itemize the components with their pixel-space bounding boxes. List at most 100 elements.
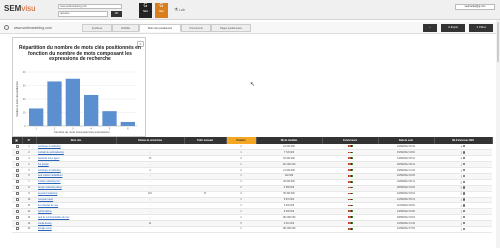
row-checkbox[interactable] [15, 209, 19, 213]
bar [102, 111, 117, 126]
keywords-table: N° Mots clés Volume de recherches Trafic me… [12, 137, 493, 233]
column-header[interactable]: Mots clés [36, 137, 117, 144]
select-all-checkbox[interactable] [12, 137, 23, 144]
keywords-table-wrap: N° Mots clés Volume de recherches Trafic me… [12, 137, 493, 233]
table-header-row: N° Mots clés Volume de recherches Trafic me… [12, 137, 493, 144]
magnifier-icon[interactable] [462, 192, 466, 195]
results-count: 164 000 000 [256, 226, 322, 233]
tab-mots-cles[interactable]: Mots clés positionnés [139, 24, 181, 32]
competition-cell [322, 226, 378, 233]
magnifier-icon[interactable] [462, 174, 466, 178]
column-header[interactable]: Trafic mensuel [184, 137, 227, 144]
magnifier-icon[interactable] [462, 227, 466, 231]
row-checkbox[interactable] [15, 192, 19, 196]
competition-bar [347, 163, 353, 165]
filters-button[interactable]: ▼ Filtres [469, 24, 493, 32]
bar [29, 108, 44, 126]
competition-bar [347, 192, 353, 195]
magnifier-icon[interactable] [462, 156, 466, 160]
row-checkbox-cell[interactable] [12, 226, 22, 233]
column-header[interactable]: Position [226, 137, 257, 144]
column-header[interactable]: Concurrence [322, 137, 379, 144]
row-checkbox[interactable] [15, 227, 19, 231]
magnifier-icon[interactable] [462, 162, 466, 166]
column-header[interactable]: Nb d'annonces SEO [434, 137, 493, 144]
row-checkbox[interactable] [15, 221, 19, 225]
column-header[interactable]: Nb de résultats [256, 137, 323, 144]
row-checkbox[interactable] [15, 168, 19, 172]
competition-bar [347, 145, 353, 147]
checkbox[interactable] [15, 138, 19, 142]
tab-concurrents[interactable]: Concurrents [181, 24, 211, 32]
x-tick-label: 1 [35, 128, 37, 131]
column-header[interactable]: Volume de recherches [116, 137, 185, 144]
competition-bar [347, 180, 353, 183]
monthly-traffic [184, 226, 226, 233]
competition-bar [347, 198, 353, 201]
competition-bar [347, 222, 353, 224]
row-checkbox[interactable] [15, 150, 19, 154]
view-button[interactable]: ▪ [423, 24, 437, 32]
magnifier-icon[interactable] [462, 221, 466, 225]
magnifier-icon[interactable] [462, 144, 466, 148]
row-checkbox[interactable] [15, 203, 19, 207]
table-row[interactable]: 15 Google vente -1 164 000 000 01/09/2012 07… [12, 226, 492, 233]
row-checkbox[interactable] [15, 197, 19, 201]
bar [84, 94, 99, 126]
scan-date: 01/09/2012 07:54 [378, 226, 434, 233]
lab-link[interactable]: ⚗Lab [174, 7, 185, 13]
row-checkbox[interactable] [15, 174, 19, 178]
tab-synthese[interactable]: Synthèse [82, 24, 112, 32]
competition-bar [347, 157, 353, 160]
export-button[interactable]: ⬇ Export [441, 24, 465, 32]
scope-select[interactable]: domaine [58, 11, 108, 17]
competition-bar [347, 216, 353, 218]
competition-bar [347, 151, 353, 154]
source-button-2[interactable]: G SEA [155, 3, 168, 18]
bar [120, 121, 135, 126]
row-checkbox[interactable] [15, 215, 19, 219]
scrollbar-thumb[interactable] [497, 22, 499, 62]
top-bar [0, 0, 500, 20]
bar-chart: 0102030401 2 3 4 5 6Nombre de mots composant … [16, 71, 137, 134]
flask-icon: ⚗ [174, 7, 179, 12]
source-button-1[interactable]: G SEA [139, 3, 152, 18]
row-checkbox[interactable] [15, 186, 19, 190]
account-menu[interactable]: sedmarket@g.com [455, 4, 495, 10]
magnifier-icon[interactable] [462, 215, 466, 219]
row-checkbox[interactable] [15, 156, 19, 160]
row-checkbox[interactable] [15, 144, 19, 148]
y-tick-label: 40 [23, 71, 26, 74]
seo-ads-count: 1 [434, 226, 492, 233]
competition-bar [347, 210, 353, 213]
tab-visibilite[interactable]: Visibilité [112, 24, 139, 32]
column-header[interactable]: N° [22, 137, 37, 144]
bar [65, 78, 80, 126]
magnifier-icon[interactable] [462, 180, 466, 184]
magnifier-icon[interactable] [462, 168, 466, 172]
column-header[interactable]: Date de scan [378, 137, 435, 144]
search-volume: - [116, 226, 184, 233]
globe-icon [4, 25, 9, 30]
row-checkbox[interactable] [15, 180, 19, 184]
search-engine-icon: G [159, 3, 164, 9]
url-input[interactable]: www.sedimarketing.com [58, 4, 122, 9]
competition-bar [347, 204, 353, 207]
magnifier-icon[interactable] [462, 186, 466, 189]
semvisu-logo[interactable]: SEMvisu [4, 4, 36, 13]
magnifier-icon[interactable] [462, 198, 466, 201]
keyword-link[interactable]: Google vente [36, 226, 116, 233]
position: 1 [226, 226, 256, 233]
magnifier-icon[interactable] [462, 209, 466, 213]
competition-bar [347, 169, 353, 171]
scrollbar[interactable] [496, 20, 500, 248]
row-checkbox[interactable] [15, 162, 19, 166]
y-tick-label: 20 [23, 98, 26, 101]
magnifier-icon[interactable] [462, 151, 466, 154]
magnifier-icon[interactable] [462, 204, 466, 207]
x-tick-label: 6 [127, 128, 129, 131]
chart-panel: ≡ Répartition du nombre de mots clés pos… [12, 37, 146, 137]
y-axis-label: Nombre de mots clés positionnés [16, 81, 19, 117]
tab-pages[interactable]: Pages positionnées [211, 24, 251, 32]
ok-button[interactable]: OK [111, 11, 122, 17]
